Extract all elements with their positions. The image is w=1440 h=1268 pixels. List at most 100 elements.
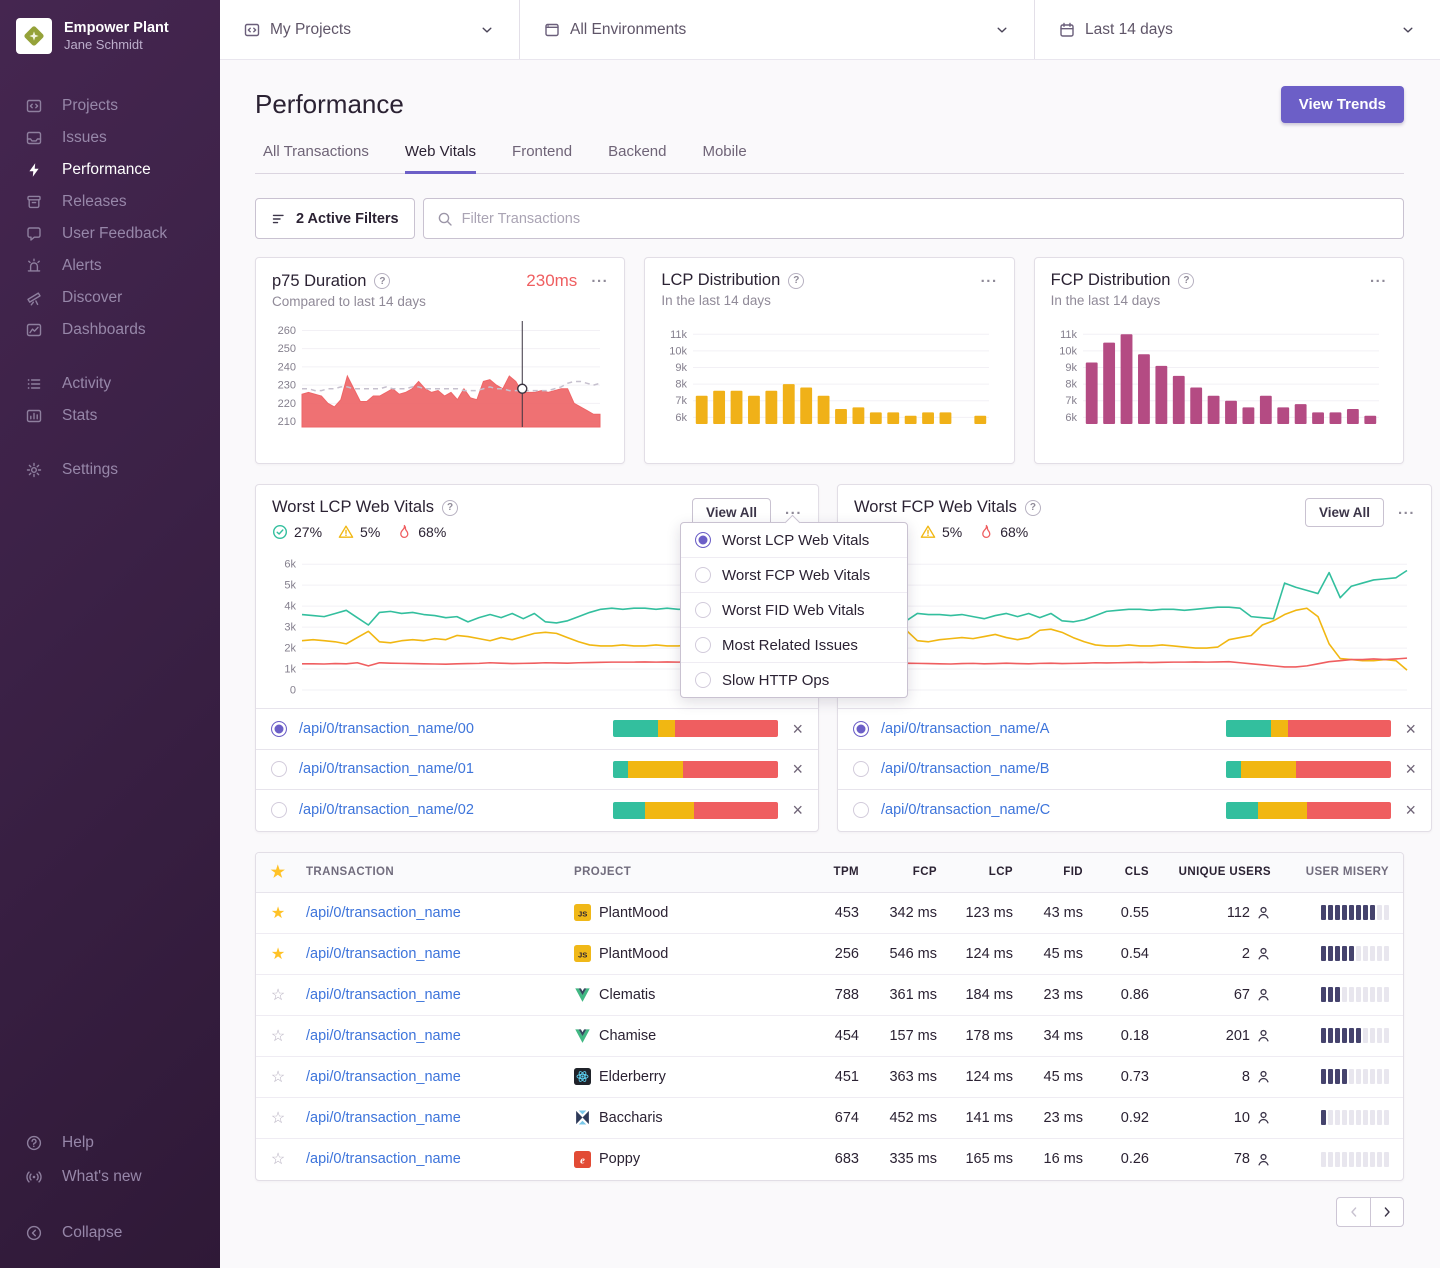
selector-my-projects[interactable]: My Projects — [220, 0, 520, 59]
view-all-button[interactable]: View All — [1305, 498, 1384, 527]
dropdown-item-worst-lcp-web-vitals[interactable]: Worst LCP Web Vitals — [681, 523, 907, 558]
fcp-distribution-chart[interactable]: 6k7k8k9k10k11k — [1051, 316, 1387, 440]
pagination — [255, 1197, 1404, 1257]
transaction-link[interactable]: /api/0/transaction_name/A — [881, 721, 1226, 737]
dropdown-item-label: Worst FID Web Vitals — [722, 602, 865, 619]
org-switcher[interactable]: Empower PlantJane Schmidt — [0, 14, 220, 68]
svg-text:9k: 9k — [1065, 362, 1077, 374]
column-header-fid[interactable]: FID — [1027, 866, 1097, 878]
lcp-value: 123 ms — [951, 905, 1027, 921]
sidebar-item-alerts[interactable]: Alerts — [0, 250, 220, 282]
search-input[interactable] — [462, 211, 1390, 227]
transaction-link[interactable]: /api/0/transaction_name — [300, 1028, 568, 1044]
sidebar-item-issues[interactable]: Issues — [0, 122, 220, 154]
transaction-link[interactable]: /api/0/transaction_name/B — [881, 761, 1226, 777]
transaction-link[interactable]: /api/0/transaction_name/C — [881, 802, 1226, 818]
question-icon[interactable]: ? — [788, 273, 804, 289]
transaction-radio[interactable] — [271, 761, 287, 777]
transaction-link[interactable]: /api/0/transaction_name/00 — [299, 721, 613, 737]
sidebar-item-dashboards[interactable]: Dashboards — [0, 314, 220, 346]
ellipsis-menu-icon[interactable]: ... — [981, 274, 998, 282]
sidebar-item-what-s-new[interactable]: What's new — [0, 1160, 220, 1194]
column-header-transaction[interactable]: TRANSACTION — [300, 866, 568, 878]
transaction-link[interactable]: /api/0/transaction_name — [300, 905, 568, 921]
column-header-fcp[interactable]: FCP — [873, 866, 951, 878]
star-toggle-icon[interactable]: ☆ — [256, 1026, 300, 1046]
close-icon[interactable]: × — [1405, 760, 1416, 778]
close-icon[interactable]: × — [792, 720, 803, 738]
question-icon[interactable]: ? — [442, 500, 458, 516]
transaction-link[interactable]: /api/0/transaction_name — [300, 987, 568, 1003]
transaction-link[interactable]: /api/0/transaction_name — [300, 1069, 568, 1085]
sidebar-item-stats[interactable]: Stats — [0, 400, 220, 432]
sidebar-item-performance[interactable]: Performance — [0, 154, 220, 186]
tab-frontend[interactable]: Frontend — [512, 143, 572, 174]
dropdown-item-worst-fid-web-vitals[interactable]: Worst FID Web Vitals — [681, 593, 907, 628]
sidebar-item-discover[interactable]: Discover — [0, 282, 220, 314]
close-icon[interactable]: × — [1405, 720, 1416, 738]
transaction-radio[interactable] — [853, 761, 869, 777]
platform-javascript-icon: JS — [574, 945, 591, 962]
question-icon[interactable]: ? — [1178, 273, 1194, 289]
selector-all-environments[interactable]: All Environments — [520, 0, 1035, 59]
transaction-radio[interactable] — [853, 721, 869, 737]
dropdown-item-most-related-issues[interactable]: Most Related Issues — [681, 628, 907, 663]
sidebar-item-user-feedback[interactable]: User Feedback — [0, 218, 220, 250]
column-header-lcp[interactable]: LCP — [951, 866, 1027, 878]
ellipsis-menu-icon[interactable]: ... — [785, 506, 802, 514]
fid-value: 23 ms — [1027, 987, 1097, 1003]
dropdown-item-slow-http-ops[interactable]: Slow HTTP Ops — [681, 663, 907, 697]
star-column-header-icon[interactable]: ★ — [256, 862, 300, 882]
active-filters-button[interactable]: 2 Active Filters — [255, 198, 415, 239]
selector-last-14-days[interactable]: Last 14 days — [1035, 0, 1440, 59]
close-icon[interactable]: × — [792, 760, 803, 778]
question-icon[interactable]: ? — [374, 273, 390, 289]
transaction-radio[interactable] — [271, 802, 287, 818]
transaction-link[interactable]: /api/0/transaction_name — [300, 1110, 568, 1126]
star-toggle-icon[interactable]: ☆ — [256, 1149, 300, 1169]
tab-all-transactions[interactable]: All Transactions — [263, 143, 369, 174]
column-header-tpm[interactable]: TPM — [813, 866, 873, 878]
p75-duration-chart[interactable]: 210220230240250260 — [272, 317, 608, 441]
tab-mobile[interactable]: Mobile — [702, 143, 746, 174]
project-cell: Chamise — [568, 1027, 813, 1044]
column-header-project[interactable]: PROJECT — [568, 866, 813, 878]
previous-page-button[interactable] — [1336, 1197, 1370, 1227]
project-cell: Clematis — [568, 986, 813, 1003]
close-icon[interactable]: × — [792, 801, 803, 819]
transaction-radio[interactable] — [853, 802, 869, 818]
close-icon[interactable]: × — [1405, 801, 1416, 819]
sidebar-item-projects[interactable]: Projects — [0, 90, 220, 122]
ellipsis-menu-icon[interactable]: ... — [1370, 274, 1387, 282]
project-name: PlantMood — [599, 905, 668, 921]
view-trends-button[interactable]: View Trends — [1281, 86, 1404, 123]
star-toggle-icon[interactable]: ☆ — [256, 1108, 300, 1128]
column-header-unique-users[interactable]: UNIQUE USERS — [1163, 866, 1285, 878]
star-toggle-icon[interactable]: ☆ — [256, 1067, 300, 1087]
question-icon[interactable]: ? — [1025, 500, 1041, 516]
unique-users-value: 112 — [1227, 905, 1250, 921]
ellipsis-menu-icon[interactable]: ... — [1398, 506, 1415, 514]
star-toggle-icon[interactable]: ★ — [256, 944, 300, 964]
transaction-link[interactable]: /api/0/transaction_name — [300, 1151, 568, 1167]
column-header-user-misery[interactable]: USER MISERY — [1285, 866, 1403, 878]
sidebar-item-collapse[interactable]: Collapse — [0, 1216, 220, 1250]
transaction-link[interactable]: /api/0/transaction_name/01 — [299, 761, 613, 777]
star-toggle-icon[interactable]: ★ — [256, 903, 300, 923]
transaction-radio[interactable] — [271, 721, 287, 737]
column-header-cls[interactable]: CLS — [1097, 866, 1163, 878]
lcp-distribution-chart[interactable]: 6k7k8k9k10k11k — [661, 316, 997, 440]
tab-web-vitals[interactable]: Web Vitals — [405, 143, 476, 174]
sidebar-item-settings[interactable]: Settings — [0, 454, 220, 486]
sidebar-item-activity[interactable]: Activity — [0, 368, 220, 400]
worst-fcp-web-vitals-chart[interactable]: 01k2k3k4k5k6k — [838, 548, 1431, 708]
tab-backend[interactable]: Backend — [608, 143, 666, 174]
sidebar-item-releases[interactable]: Releases — [0, 186, 220, 218]
transaction-link[interactable]: /api/0/transaction_name — [300, 946, 568, 962]
transaction-link[interactable]: /api/0/transaction_name/02 — [299, 802, 613, 818]
dropdown-item-worst-fcp-web-vitals[interactable]: Worst FCP Web Vitals — [681, 558, 907, 593]
star-toggle-icon[interactable]: ☆ — [256, 985, 300, 1005]
ellipsis-menu-icon[interactable]: ... — [591, 274, 608, 282]
next-page-button[interactable] — [1370, 1197, 1404, 1227]
sidebar-item-help[interactable]: Help — [0, 1126, 220, 1160]
